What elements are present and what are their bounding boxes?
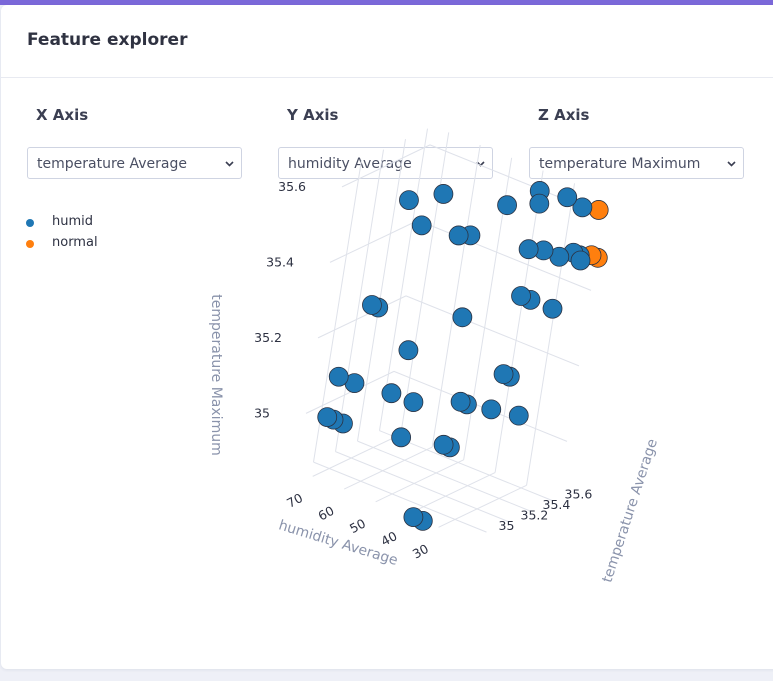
- x-tick-label: 35.6: [565, 487, 593, 502]
- data-point-humid: [317, 407, 338, 428]
- data-point-humid: [399, 190, 419, 211]
- data-point-humid: [557, 187, 578, 208]
- y-tick-label: 30: [410, 541, 431, 562]
- y-tick-label: 70: [284, 490, 305, 511]
- scatter-3d-plot[interactable]: 3535.235.435.670605040303535.235.435.6hu…: [0, 0, 773, 681]
- data-point-humid: [362, 295, 382, 315]
- data-point-humid: [570, 250, 591, 271]
- data-point-humid: [529, 193, 550, 214]
- y-tick-label: 40: [378, 528, 399, 549]
- data-point-humid: [481, 399, 502, 420]
- data-point-humid: [403, 507, 424, 527]
- data-point-humid: [433, 434, 454, 455]
- data-point-humid: [328, 366, 349, 387]
- x-tick-label: 35: [499, 518, 515, 533]
- gridline: [312, 433, 401, 477]
- data-point-humid: [411, 215, 432, 236]
- data-point-humid: [391, 427, 412, 448]
- data-point-humid: [518, 239, 539, 260]
- data-point-humid: [381, 383, 402, 404]
- data-point-humid: [508, 405, 529, 426]
- data-point-humid: [497, 195, 517, 216]
- data-point-humid: [398, 340, 419, 361]
- z-tick-label: 35.6: [278, 179, 306, 194]
- data-point-humid: [450, 391, 471, 412]
- data-point-normal: [588, 200, 609, 220]
- z-tick-label: 35.2: [254, 330, 282, 345]
- gridline: [317, 295, 407, 339]
- gridline: [313, 461, 487, 533]
- y-tick-label: 50: [347, 515, 368, 536]
- data-point-humid: [403, 392, 424, 413]
- gridline: [341, 144, 431, 188]
- gridline: [329, 219, 419, 263]
- z-tick-label: 35: [254, 405, 270, 420]
- data-point-humid: [493, 364, 514, 385]
- data-point-humid: [448, 225, 469, 246]
- data-point-humid: [433, 184, 454, 204]
- y-axis-title: humidity Average: [277, 517, 400, 568]
- z-tick-label: 35.4: [266, 254, 294, 269]
- data-point-humid: [511, 286, 531, 306]
- x-axis-title: temperature Average: [599, 437, 661, 585]
- data-point-humid: [542, 298, 563, 319]
- y-tick-label: 60: [316, 503, 337, 524]
- z-axis-title: temperature Maximum: [208, 294, 224, 455]
- data-point-humid: [452, 307, 473, 328]
